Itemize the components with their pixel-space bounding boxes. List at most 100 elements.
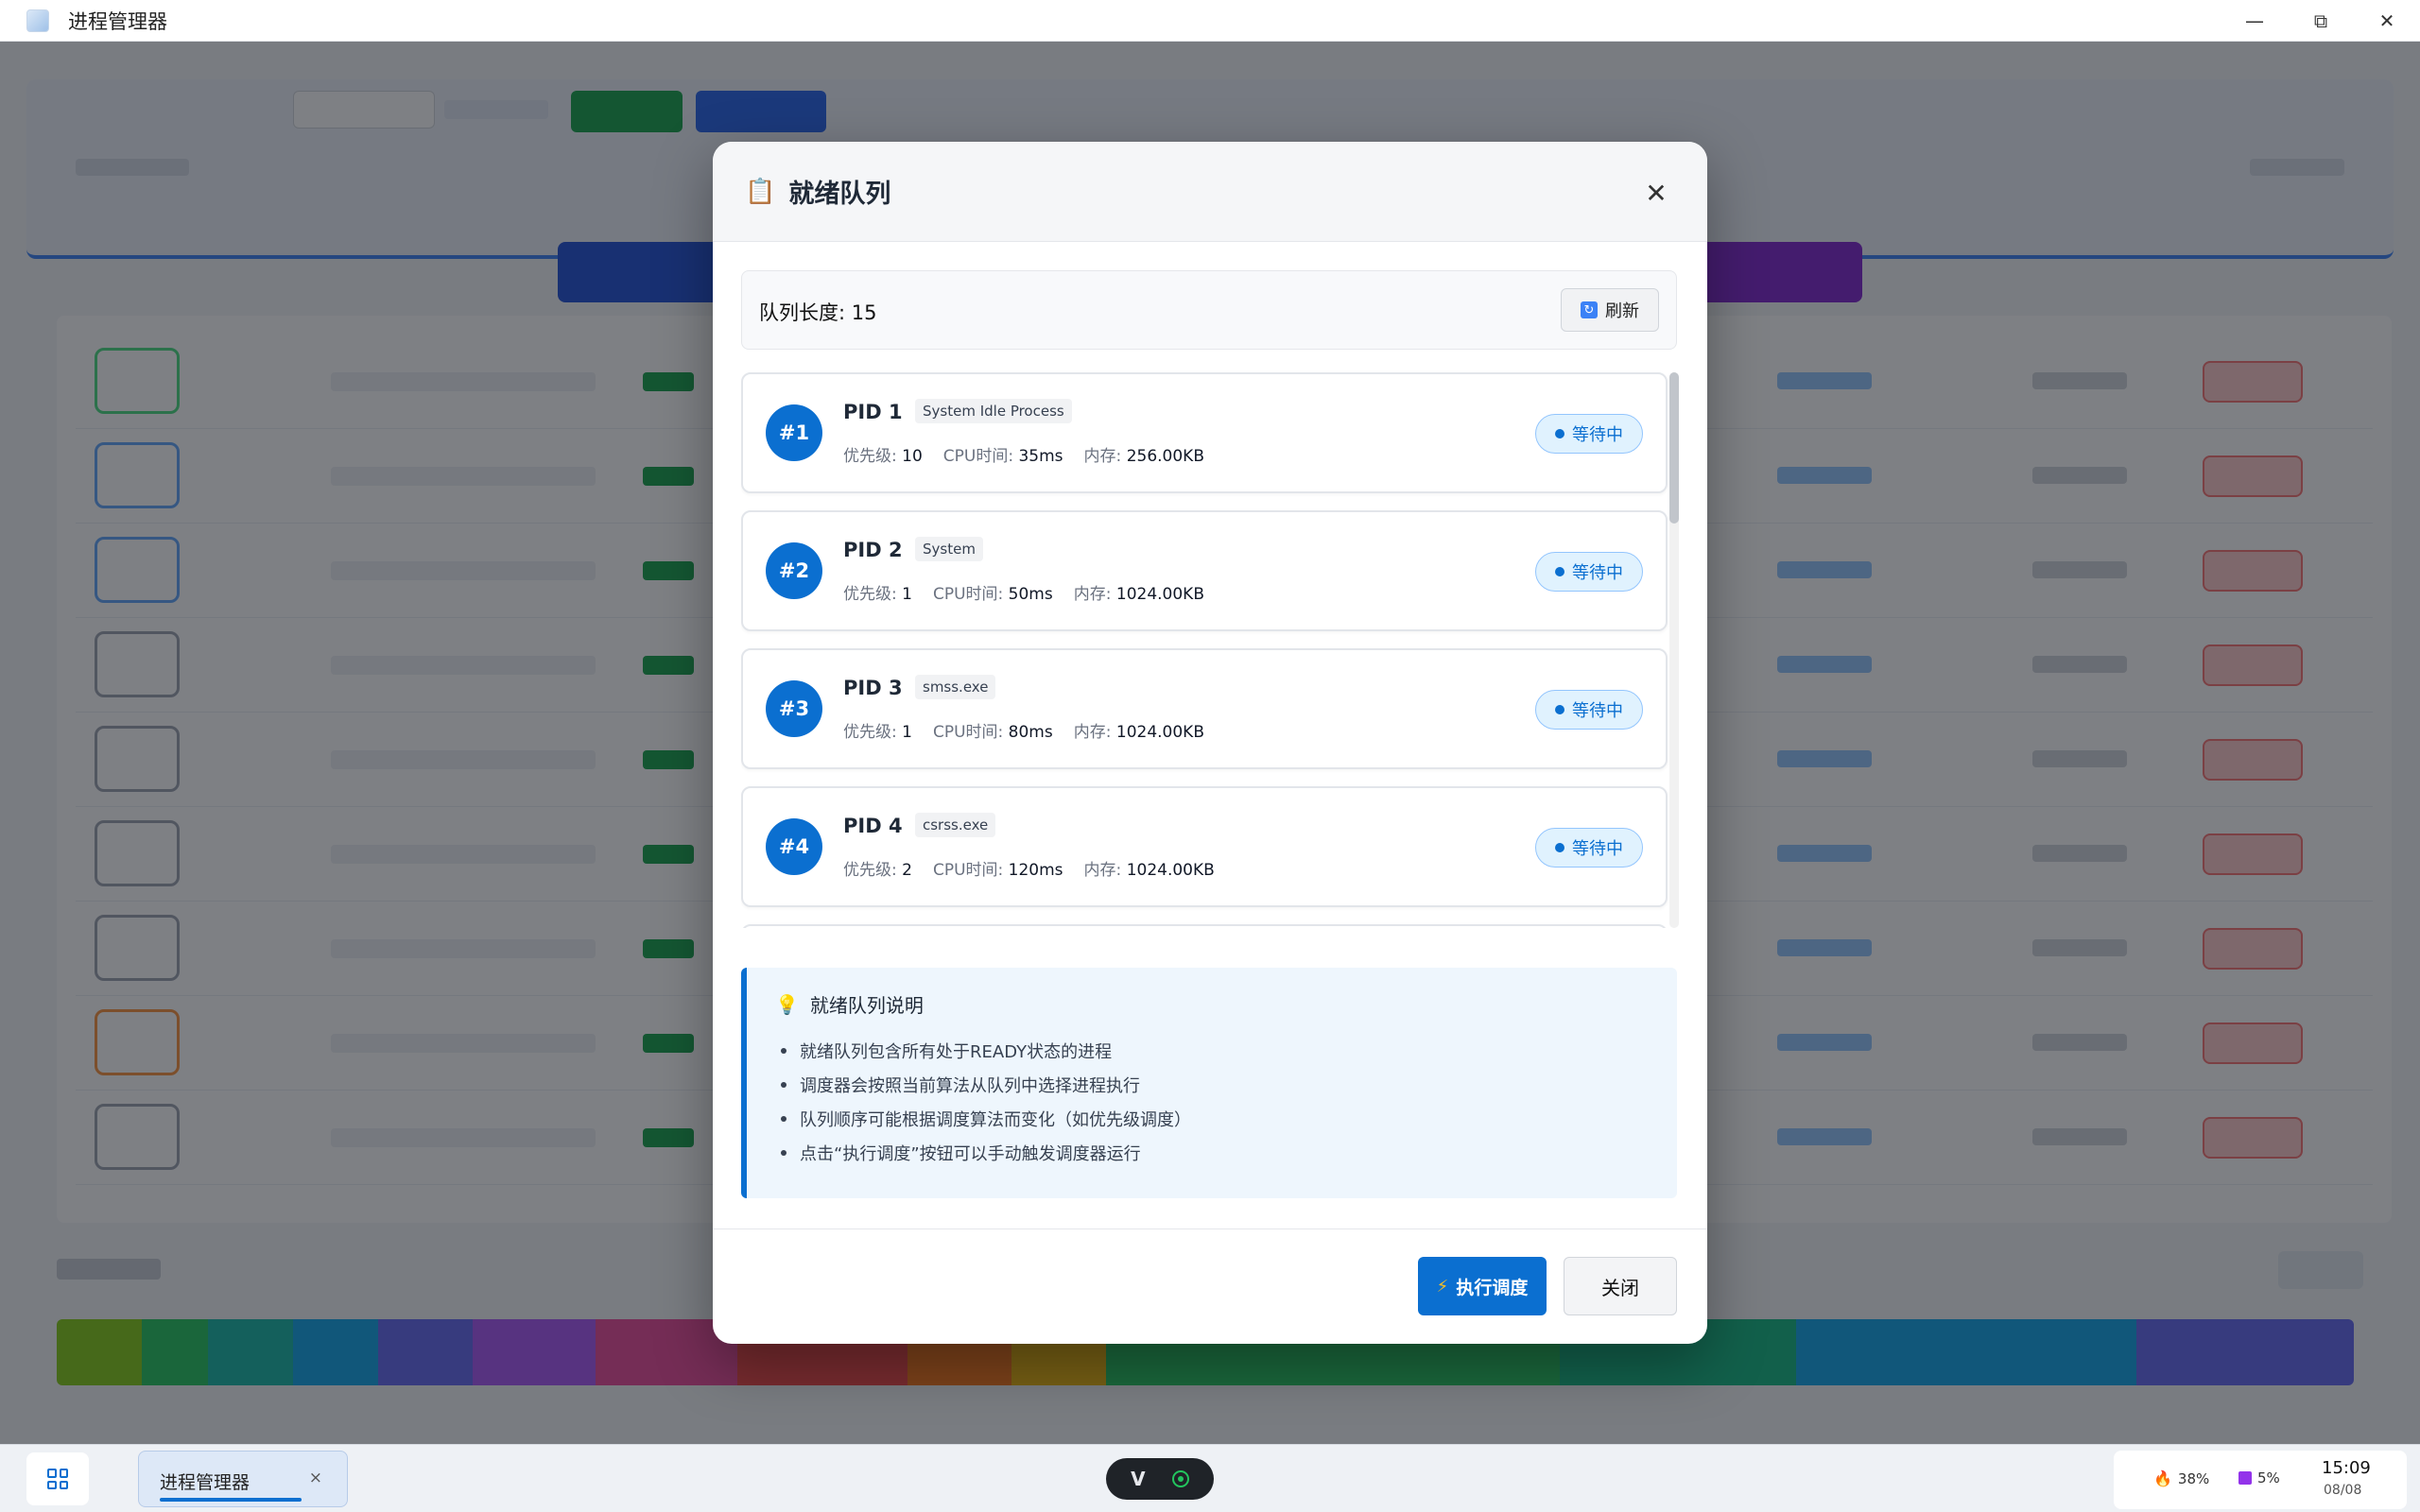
lightning-icon: ⚡ — [1436, 1276, 1449, 1297]
priority-label: 优先级: — [843, 723, 897, 742]
priority-value: 10 — [902, 447, 923, 466]
app-icon — [26, 9, 49, 32]
cpu-label: CPU时间: — [942, 447, 1014, 466]
status-badge: 等待中 — [1535, 414, 1643, 454]
status-dot-icon — [1555, 705, 1564, 714]
status-dot-icon — [1555, 843, 1564, 852]
status-dot-icon — [1555, 429, 1564, 438]
memory-label: 内存: — [1073, 723, 1112, 742]
close-window-button[interactable]: ✕ — [2354, 0, 2420, 42]
active-indicator — [160, 1498, 302, 1502]
memory-value: 1024.00KB — [1115, 585, 1204, 604]
ready-queue-list[interactable]: #1 PID 1 System Idle Process 优先级: 10 CPU时… — [741, 369, 1686, 928]
memory-label: 内存: — [1083, 861, 1122, 880]
status-text: 等待中 — [1572, 563, 1623, 583]
process-pid: PID 3 — [843, 677, 903, 699]
queue-position-badge: #4 — [766, 818, 822, 875]
status-text: 等待中 — [1572, 425, 1623, 445]
process-name-tag: smss.exe — [915, 675, 996, 699]
execute-label: 执行调度 — [1456, 1277, 1529, 1298]
process-meta: 优先级: 1 CPU时间: 80ms 内存: 1024.00KB — [843, 718, 1204, 742]
disk-usage: 5% — [2257, 1469, 2280, 1486]
process-pid: PID 2 — [843, 539, 903, 561]
start-grid-icon — [47, 1469, 68, 1489]
info-item: 调度器会按照当前算法从队列中选择进程执行 — [781, 1068, 1191, 1102]
process-name-tag: csrss.exe — [915, 813, 996, 837]
status-dot-icon — [1555, 567, 1564, 576]
lightbulb-icon: 💡 — [775, 992, 799, 1016]
priority-label: 优先级: — [843, 585, 897, 604]
priority-value: 1 — [902, 723, 912, 742]
cpu-indicator[interactable]: 🔥 38% — [2153, 1469, 2209, 1487]
queue-length: 队列长度: 15 — [759, 301, 877, 324]
queue-position-badge: #3 — [766, 680, 822, 737]
window-title: 进程管理器 — [68, 9, 167, 33]
priority-label: 优先级: — [843, 861, 897, 880]
dialog-title: 就绪队列 — [788, 180, 891, 209]
v-logo-icon[interactable]: V — [1131, 1468, 1145, 1490]
taskbar-app-item[interactable]: 进程管理器 × — [138, 1451, 348, 1507]
dialog-close-icon[interactable]: ✕ — [1637, 174, 1675, 212]
execute-schedule-button[interactable]: ⚡ 执行调度 — [1418, 1257, 1547, 1315]
process-card: #1 PID 1 System Idle Process 优先级: 10 CPU时… — [741, 372, 1668, 493]
process-pid: PID 1 — [843, 401, 903, 423]
priority-value: 2 — [902, 861, 912, 880]
taskbar-app-close-icon[interactable]: × — [309, 1469, 322, 1487]
queue-position-badge: #2 — [766, 542, 822, 599]
refresh-label: 刷新 — [1605, 301, 1639, 321]
dialog-header: 📋 就绪队列 ✕ — [713, 142, 1707, 242]
start-button[interactable] — [26, 1452, 89, 1505]
status-text: 等待中 — [1572, 701, 1623, 721]
ready-queue-dialog: 📋 就绪队列 ✕ 队列长度: 15 ↻ 刷新 #1 PID 1 System I… — [713, 142, 1707, 1344]
memory-value: 1024.00KB — [1126, 861, 1215, 880]
minimize-button[interactable]: — — [2221, 0, 2288, 42]
disk-indicator[interactable]: 5% — [2238, 1469, 2280, 1486]
queue-position-badge: #1 — [766, 404, 822, 461]
process-card: #3 PID 3 smss.exe 优先级: 1 CPU时间: 80ms 内存: 1… — [741, 648, 1668, 769]
info-title: 💡 就绪队列说明 — [775, 990, 924, 1018]
cpu-value: 80ms — [1008, 723, 1053, 742]
flame-icon: 🔥 — [2153, 1469, 2172, 1487]
memory-label: 内存: — [1083, 447, 1122, 466]
info-item: 就绪队列包含所有处于READY状态的进程 — [781, 1034, 1191, 1068]
status-text: 等待中 — [1572, 839, 1623, 859]
queue-scrollbar-thumb[interactable] — [1669, 372, 1679, 524]
priority-label: 优先级: — [843, 447, 897, 466]
process-name-tag: System — [915, 537, 983, 561]
clock-time[interactable]: 15:09 — [2322, 1458, 2371, 1478]
priority-value: 1 — [902, 585, 912, 604]
dialog-footer — [713, 1228, 1707, 1344]
info-title-text: 就绪队列说明 — [809, 994, 924, 1017]
process-card: #2 PID 2 System 优先级: 1 CPU时间: 50ms 内存: 102… — [741, 510, 1668, 631]
cpu-usage: 38% — [2177, 1469, 2210, 1487]
info-item: 点击“执行调度”按钮可以手动触发调度器运行 — [781, 1136, 1191, 1170]
refresh-icon: ↻ — [1581, 301, 1598, 318]
queue-info-panel: 💡 就绪队列说明 就绪队列包含所有处于READY状态的进程 调度器会按照当前算法… — [741, 968, 1677, 1198]
info-item: 队列顺序可能根据调度算法而变化（如优先级调度） — [781, 1102, 1191, 1136]
clipboard-icon: 📋 — [745, 177, 776, 206]
clock-date[interactable]: 08/08 — [2324, 1483, 2361, 1498]
process-card: #4 PID 4 csrss.exe 优先级: 2 CPU时间: 120ms 内存:… — [741, 786, 1668, 907]
cpu-value: 50ms — [1008, 585, 1053, 604]
process-meta: 优先级: 10 CPU时间: 35ms 内存: 256.00KB — [843, 442, 1204, 466]
restore-button[interactable]: ⧉ — [2288, 0, 2354, 42]
status-badge: 等待中 — [1535, 552, 1643, 592]
target-icon[interactable] — [1171, 1470, 1189, 1487]
window-controls: — ⧉ ✕ — [2221, 0, 2420, 42]
status-badge: 等待中 — [1535, 828, 1643, 868]
cpu-value: 35ms — [1018, 447, 1063, 466]
taskbar: 进程管理器 × V 🔥 38% 5% 15:09 08/08 — [0, 1444, 2420, 1512]
close-dialog-button[interactable]: 关闭 — [1564, 1257, 1677, 1315]
taskbar-app-label: 进程管理器 — [160, 1472, 251, 1493]
center-tray: V — [1106, 1458, 1214, 1500]
disk-icon — [2238, 1471, 2252, 1485]
refresh-button[interactable]: ↻ 刷新 — [1561, 288, 1659, 332]
process-pid: PID 4 — [843, 815, 903, 837]
process-meta: 优先级: 2 CPU时间: 120ms 内存: 1024.00KB — [843, 856, 1215, 880]
memory-value: 256.00KB — [1126, 447, 1204, 466]
cpu-label: CPU时间: — [932, 585, 1004, 604]
system-tray: 🔥 38% 5% 15:09 08/08 — [2114, 1451, 2407, 1509]
cpu-label: CPU时间: — [932, 723, 1004, 742]
cpu-label: CPU时间: — [932, 861, 1004, 880]
cpu-value: 120ms — [1008, 861, 1063, 880]
